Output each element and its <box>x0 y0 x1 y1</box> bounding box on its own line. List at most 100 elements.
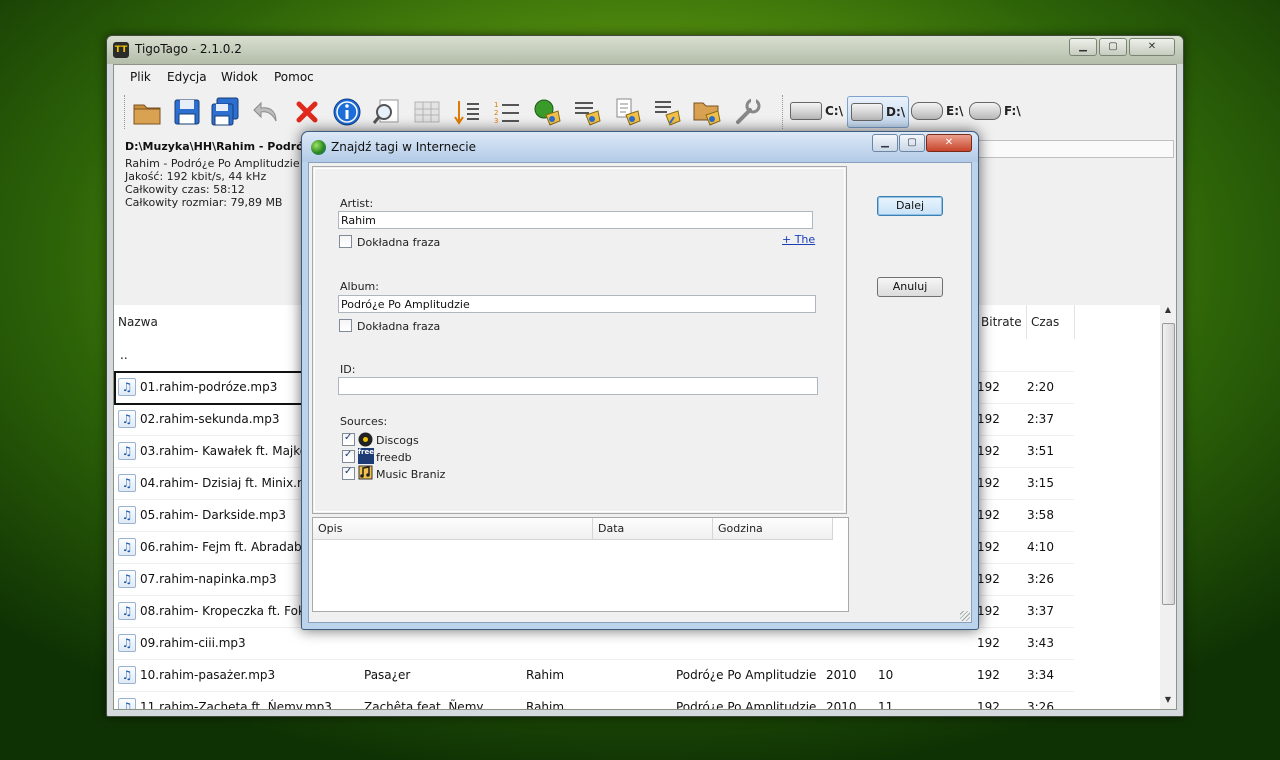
artist-input[interactable]: Rahim <box>338 211 813 229</box>
dialog-maximize-button[interactable]: ▢ <box>899 134 925 152</box>
drive-c-label: C:\ <box>825 104 843 118</box>
resize-grip[interactable] <box>960 611 970 621</box>
cell-artist: Rahim <box>526 668 565 682</box>
music-file-icon: ♫ <box>118 442 136 460</box>
dialog-title-bar[interactable]: Znajdź tagi w Internecie ▁ ▢ ✕ <box>302 132 978 162</box>
id-input[interactable] <box>338 377 818 395</box>
cell-artist: Rahim <box>526 700 565 709</box>
cancel-button[interactable]: Anuluj <box>877 277 943 297</box>
music-file-icon: ♫ <box>118 538 136 556</box>
table-row[interactable]: ♫ 10.rahim-pasażer.mp3 Pasa¿er Rahim Podró¿e… <box>114 659 1074 692</box>
results-list[interactable]: Opis Data Godzina <box>312 517 849 612</box>
maximize-button[interactable]: ▢ <box>1099 38 1127 56</box>
cell-track: 11 <box>878 700 894 709</box>
save-all-icon[interactable] <box>210 97 240 127</box>
table-row[interactable]: ♫ 09.rahim-ciii.mp3 192 3:43 <box>114 627 1074 660</box>
file-name: 10.rahim-pasażer.mp3 <box>140 668 276 682</box>
settings-icon[interactable] <box>732 97 762 127</box>
discogs-checkbox[interactable] <box>342 432 355 446</box>
toolbar-grip[interactable] <box>124 95 127 129</box>
table-row[interactable]: ♫ 11.rahim-Zachęta ft. Ńemy.mp3 Zachêta fe… <box>114 691 1074 709</box>
drive-d-button[interactable]: D:\ <box>847 96 910 128</box>
scroll-up-icon[interactable]: ▲ <box>1160 305 1176 319</box>
app-logo-icon: TT <box>113 42 129 58</box>
folder-tag-icon[interactable] <box>692 97 722 127</box>
globe-icon <box>311 140 326 155</box>
results-header-godzina[interactable]: Godzina <box>713 518 833 540</box>
drive-f-button[interactable]: F:\ <box>969 96 1021 126</box>
cell-bitrate: 192 <box>977 668 1000 682</box>
drive-f-label: F:\ <box>1004 104 1021 118</box>
path-field[interactable] <box>974 140 1174 158</box>
musicbrainz-checkbox[interactable] <box>342 466 355 480</box>
dialog-minimize-button[interactable]: ▁ <box>872 134 898 152</box>
the-link[interactable]: + The <box>782 233 815 246</box>
cell-bitrate: 192 <box>977 540 1000 554</box>
discogs-icon <box>358 432 373 447</box>
drive-e-button[interactable]: E:\ <box>911 96 963 126</box>
cell-time: 4:10 <box>1027 540 1054 554</box>
hard-drive-icon <box>790 102 822 120</box>
menu-pomoc[interactable]: Pomoc <box>274 70 314 84</box>
column-header-time[interactable]: Czas <box>1027 305 1075 339</box>
grid-icon[interactable] <box>412 97 442 127</box>
musicbrainz-icon <box>358 465 373 480</box>
artist-exact-checkbox[interactable] <box>339 235 352 248</box>
toolbar: 123 C:\ D:\ E:\ F:\ <box>114 89 1176 135</box>
open-folder-icon[interactable] <box>132 97 162 127</box>
close-button[interactable]: ✕ <box>1129 38 1175 56</box>
cell-bitrate: 192 <box>977 508 1000 522</box>
rename-icon[interactable] <box>652 97 682 127</box>
tag-from-name-icon[interactable] <box>612 97 642 127</box>
column-header-bitrate[interactable]: Bitrate <box>977 305 1027 339</box>
cell-year <box>826 627 876 659</box>
cell-time: 3:58 <box>1027 508 1054 522</box>
optical-drive-icon <box>969 102 1001 120</box>
svg-text:1: 1 <box>494 101 498 109</box>
list-scrollbar[interactable]: ▲ ▼ <box>1160 305 1176 709</box>
scroll-thumb[interactable] <box>1162 323 1175 605</box>
music-file-icon: ♫ <box>118 378 136 396</box>
find-replace-icon[interactable] <box>372 97 402 127</box>
dialog-close-button[interactable]: ✕ <box>926 134 972 152</box>
music-file-icon: ♫ <box>118 602 136 620</box>
title-bar[interactable]: TT TigoTago - 2.1.0.2 ▁ ▢ ✕ <box>107 36 1183 64</box>
file-name: 11.rahim-Zachęta ft. Ńemy.mp3 <box>140 700 332 709</box>
info-icon[interactable] <box>332 97 362 127</box>
results-header-opis[interactable]: Opis <box>313 518 593 540</box>
sort-icon[interactable] <box>452 97 482 127</box>
find-tags-dialog: Znajdź tagi w Internecie ▁ ▢ ✕ Artist: R… <box>301 131 979 630</box>
tag-edit-icon[interactable] <box>572 97 602 127</box>
source-musicbrainz-label: Music Braniz <box>376 468 446 481</box>
cell-album <box>676 627 824 659</box>
menu-widok[interactable]: Widok <box>221 70 258 84</box>
drive-c-button[interactable]: C:\ <box>790 96 843 126</box>
scroll-down-icon[interactable]: ▼ <box>1160 695 1176 709</box>
undo-icon[interactable] <box>252 97 282 127</box>
music-file-icon: ♫ <box>118 570 136 588</box>
delete-icon[interactable] <box>292 97 322 127</box>
cell-title: Zachêta feat. Ñemy <box>364 700 484 709</box>
drive-d-label: D:\ <box>886 105 906 119</box>
minimize-button[interactable]: ▁ <box>1069 38 1097 56</box>
menu-plik[interactable]: Plik <box>130 70 151 84</box>
album-label: Album: <box>340 280 379 293</box>
menu-edycja[interactable]: Edycja <box>167 70 207 84</box>
save-icon[interactable] <box>172 97 202 127</box>
web-tags-icon[interactable] <box>532 97 562 127</box>
numbering-icon[interactable]: 123 <box>492 97 522 127</box>
source-freedb-label: freedb <box>376 451 412 464</box>
cell-time: 3:15 <box>1027 476 1054 490</box>
results-header-data[interactable]: Data <box>593 518 713 540</box>
toolbar-grip-2[interactable] <box>782 95 785 129</box>
album-input[interactable]: Podró¿e Po Amplitudzie <box>338 295 816 313</box>
file-name: 09.rahim-ciii.mp3 <box>140 636 246 650</box>
freedb-checkbox[interactable] <box>342 449 355 463</box>
cell-bitrate: 192 <box>977 476 1000 490</box>
next-button[interactable]: Dalej <box>877 196 943 216</box>
cell-artist <box>526 627 674 659</box>
cell-bitrate: 192 <box>977 604 1000 618</box>
drive-e-label: E:\ <box>946 104 964 118</box>
quality-info: Jakość: 192 kbit/s, 44 kHz <box>125 170 267 183</box>
album-exact-checkbox[interactable] <box>339 319 352 332</box>
